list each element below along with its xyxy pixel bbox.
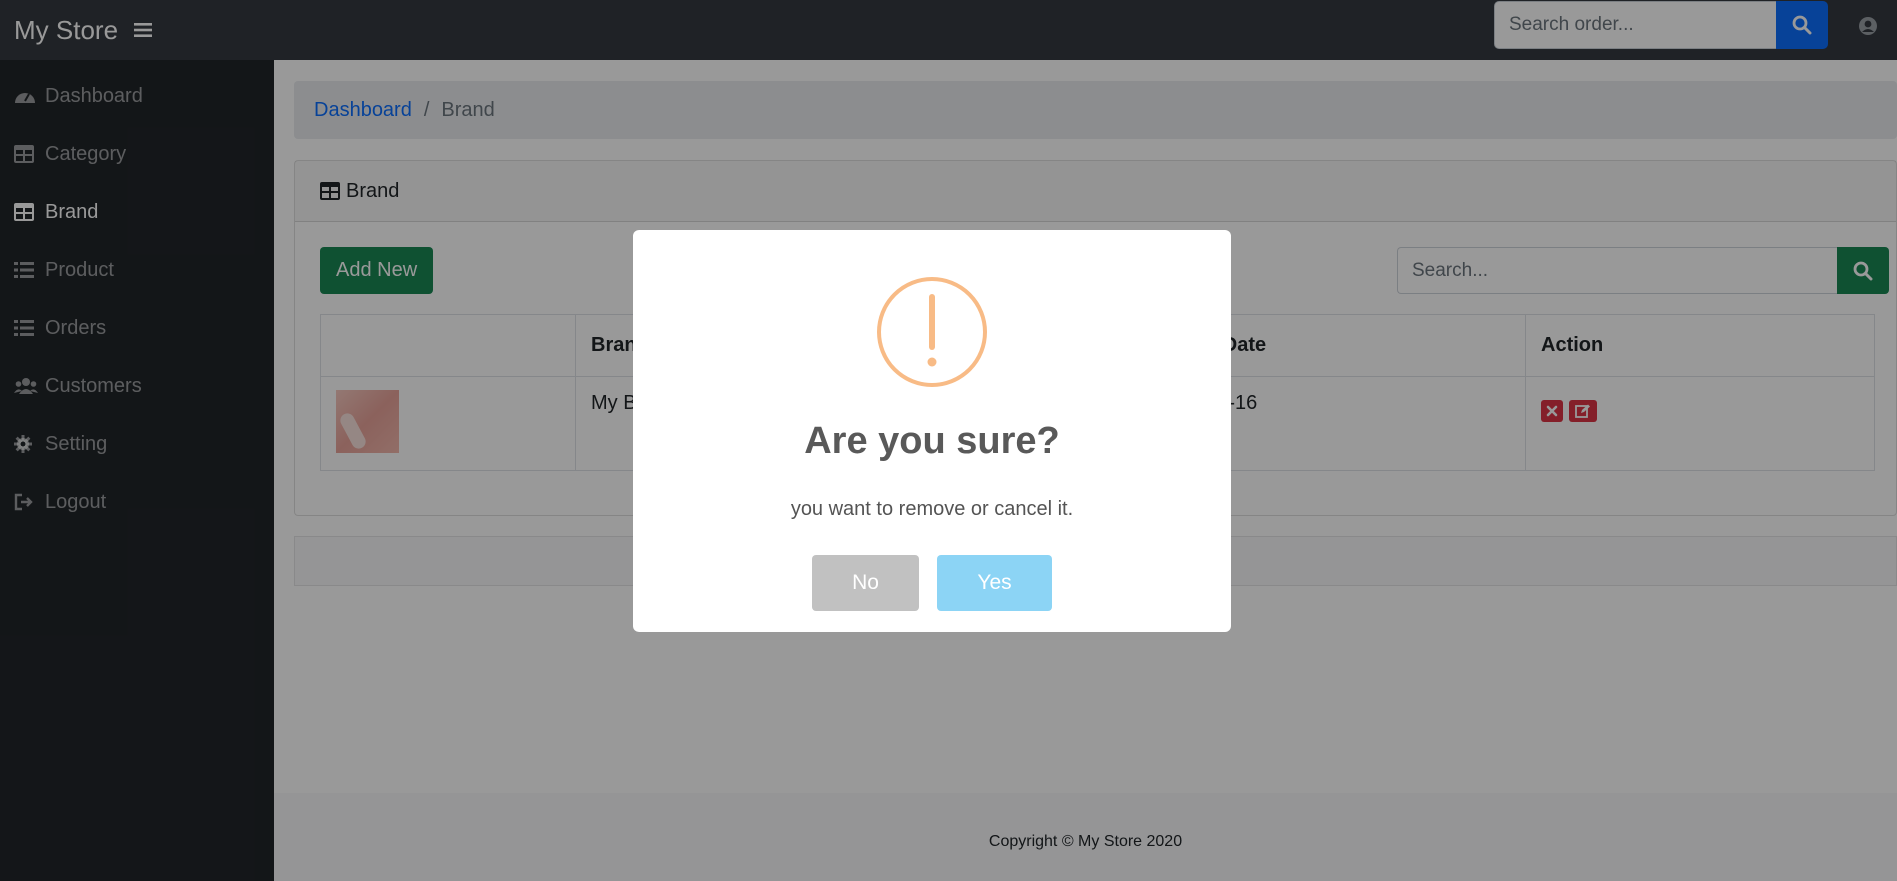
no-button[interactable]: No	[812, 555, 919, 611]
dialog-title: Are you sure?	[804, 420, 1060, 462]
yes-button[interactable]: Yes	[937, 555, 1052, 611]
dialog-text: you want to remove or cancel it.	[790, 498, 1074, 520]
warning-icon	[876, 276, 988, 388]
confirm-dialog: Are you sure? you want to remove or canc…	[633, 230, 1231, 632]
